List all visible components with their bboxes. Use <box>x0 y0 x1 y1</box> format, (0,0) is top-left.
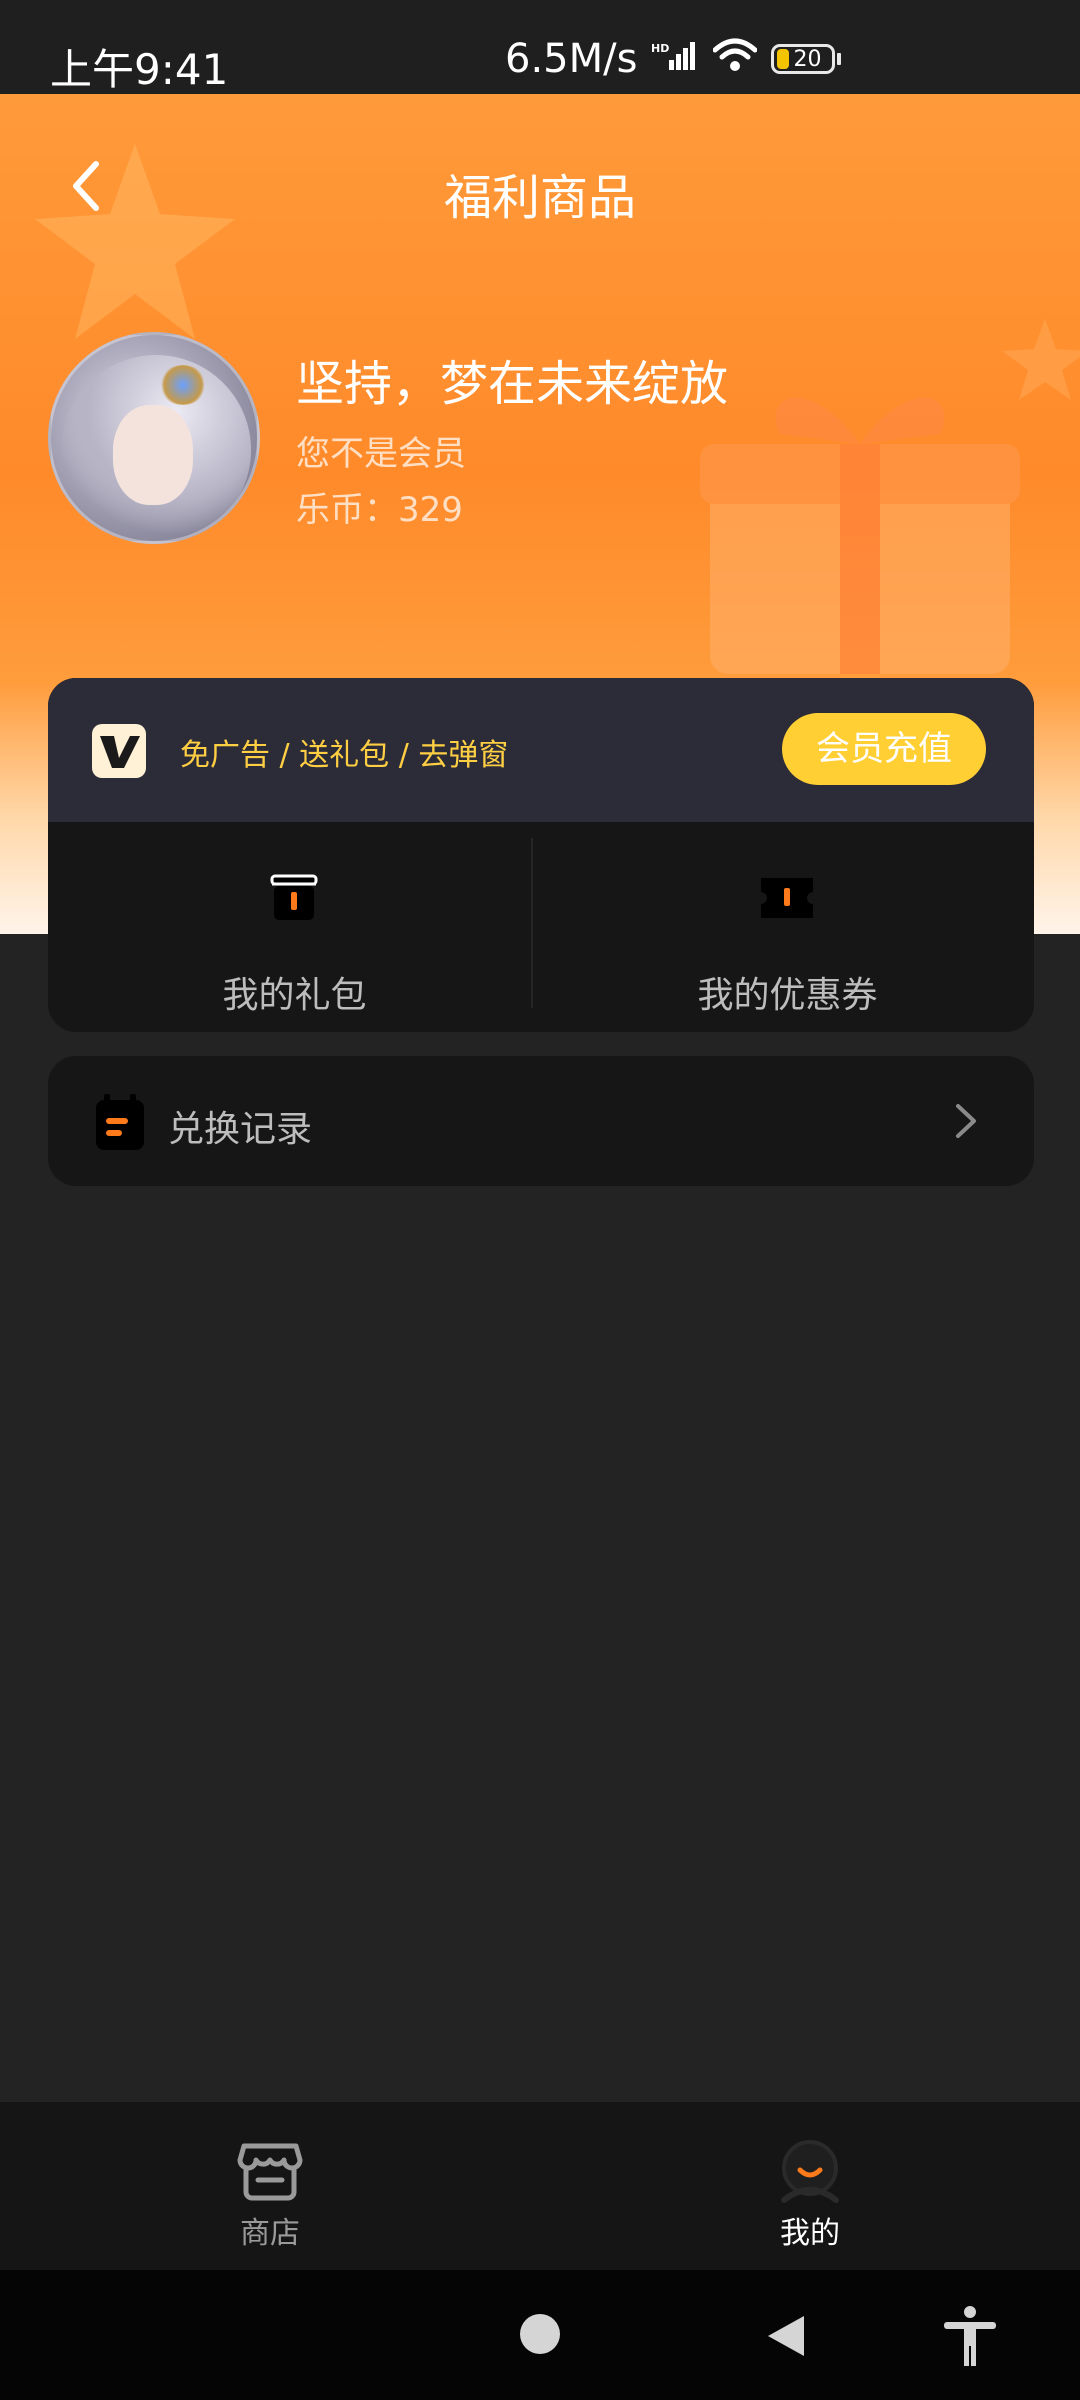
status-time: 上午9:41 <box>50 45 229 94</box>
network-speed: 6.5M/s <box>505 36 638 82</box>
my-coupon-button[interactable]: 我的优惠券 <box>541 822 1034 1032</box>
status-bar: 上午9:41 6.5M/s HD 20 <box>0 0 1080 94</box>
exchange-record-label: 兑换记录 <box>168 1109 313 1150</box>
system-nav-bar <box>0 2270 1080 2400</box>
exchange-record-row[interactable]: 兑换记录 <box>48 1056 1034 1186</box>
battery-level: 20 <box>793 46 822 72</box>
gift-pack-label: 我的礼包 <box>222 975 367 1016</box>
back-triangle-icon[interactable] <box>764 2312 808 2360</box>
member-card: 免广告 / 送礼包 / 去弹窗 会员充值 我的礼包 我的优惠券 <box>48 678 1034 1032</box>
home-button[interactable] <box>520 2314 560 2354</box>
avatar[interactable] <box>48 332 260 544</box>
nav-label-store: 商店 <box>240 2216 300 2251</box>
battery-icon: 20 <box>771 44 842 74</box>
coin-balance: 乐币：329 <box>296 490 463 530</box>
my-gift-pack-button[interactable]: 我的礼包 <box>48 822 541 1032</box>
user-name: 坚持，梦在未来绽放 <box>296 356 729 412</box>
accessibility-icon[interactable] <box>940 2304 1000 2368</box>
vip-logo-icon <box>92 724 146 778</box>
svg-text:HD: HD <box>651 42 669 55</box>
nav-item-store[interactable]: 商店 <box>0 2102 540 2270</box>
store-icon <box>237 2143 303 2201</box>
coupon-icon <box>761 878 813 918</box>
vip-benefits: 免广告 / 送礼包 / 去弹窗 <box>180 738 509 773</box>
chevron-right-icon <box>956 1104 976 1138</box>
bottom-nav: 商店 我的 <box>0 2102 1080 2270</box>
signal-icon: HD <box>651 36 699 82</box>
page-title: 福利商品 <box>443 170 636 226</box>
nav-label-mine: 我的 <box>780 2216 840 2251</box>
record-icon <box>96 1094 144 1150</box>
coupon-label: 我的优惠券 <box>697 975 878 1016</box>
wifi-icon <box>712 36 758 82</box>
nav-item-mine[interactable]: 我的 <box>540 2102 1080 2270</box>
member-status: 您不是会员 <box>296 434 466 474</box>
status-indicators: 6.5M/s HD 20 <box>505 36 842 82</box>
profile-icon <box>781 2140 839 2203</box>
gift-icon <box>270 874 318 920</box>
recharge-button[interactable]: 会员充值 <box>782 713 986 785</box>
vip-banner[interactable]: 免广告 / 送礼包 / 去弹窗 会员充值 <box>48 678 1034 822</box>
card-divider <box>531 838 533 1008</box>
decor-gift-icon <box>700 397 1020 674</box>
